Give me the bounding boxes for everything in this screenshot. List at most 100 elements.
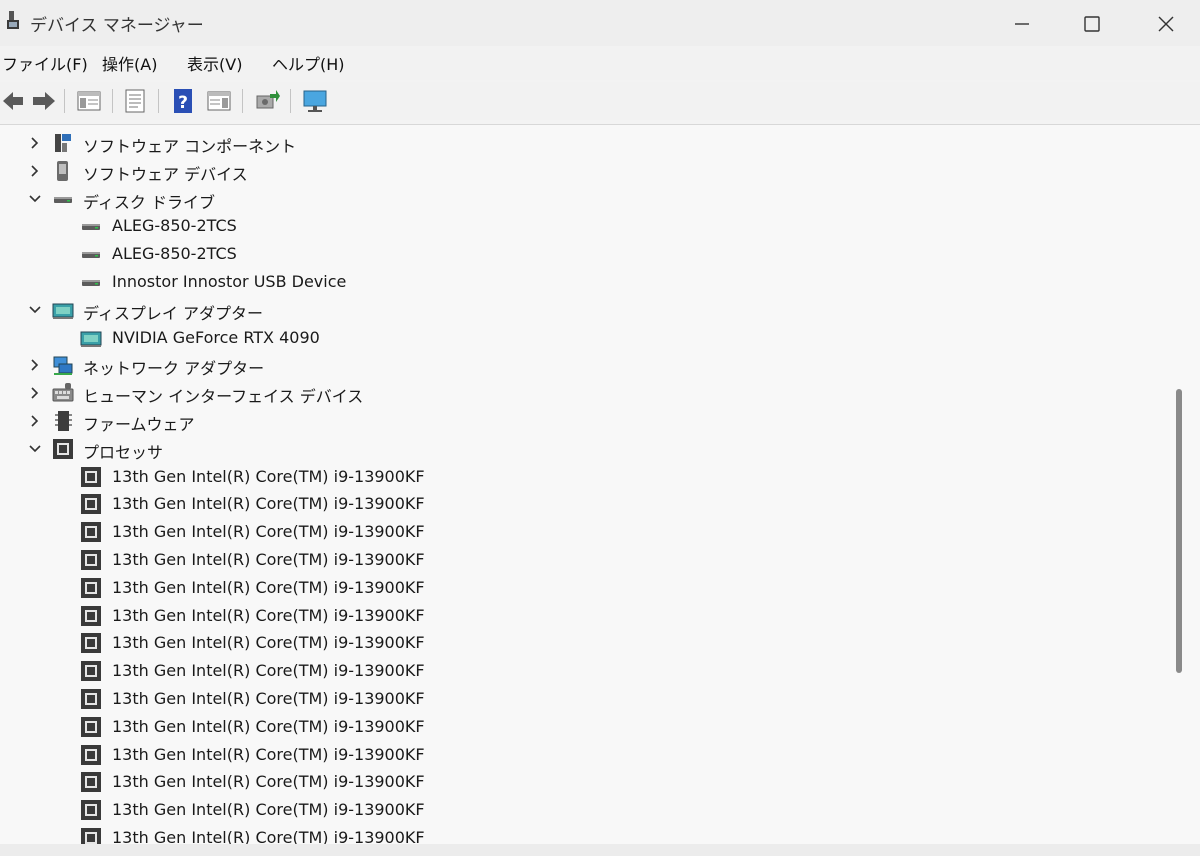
forward-arrow-icon: [33, 92, 55, 110]
processor-icon: [80, 632, 102, 654]
tree-category[interactable]: ディスク ドライブ: [0, 185, 900, 213]
maximize-button[interactable]: [1064, 6, 1120, 42]
chevron-right-icon[interactable]: [27, 135, 43, 151]
show-hide-console-tree-button[interactable]: [74, 86, 104, 116]
tree-device[interactable]: Innostor Innostor USB Device: [0, 268, 900, 296]
disk-drive-icon: [80, 243, 102, 265]
software-component-icon: [52, 132, 74, 154]
tree-device[interactable]: 13th Gen Intel(R) Core(TM) i9-13900KF: [0, 713, 900, 741]
chevron-right-icon[interactable]: [27, 385, 43, 401]
help-button[interactable]: ?: [168, 86, 198, 116]
help-icon: ?: [174, 89, 192, 113]
tree-item-label: 13th Gen Intel(R) Core(TM) i9-13900KF: [112, 661, 425, 681]
chevron-right-icon[interactable]: [27, 163, 43, 179]
disk-drive-icon: [80, 271, 102, 293]
console-tree-icon: [77, 91, 101, 111]
processor-icon: [80, 466, 102, 488]
tree-category[interactable]: ネットワーク アダプター: [0, 351, 900, 379]
tree-item-label: ネットワーク アダプター: [83, 359, 265, 379]
tree-item-label: 13th Gen Intel(R) Core(TM) i9-13900KF: [112, 689, 425, 708]
processor-icon: [80, 744, 102, 766]
display-adapter-icon: [80, 327, 102, 349]
processor-icon: [80, 771, 102, 793]
minimize-button[interactable]: [994, 6, 1050, 42]
chevron-down-icon[interactable]: [27, 191, 43, 207]
tree-item-label: ディスク ドライブ: [83, 192, 215, 212]
tree-item-label: プロセッサ: [83, 442, 164, 462]
close-button[interactable]: [1138, 6, 1194, 42]
tree-item-label: 13th Gen Intel(R) Core(TM) i9-13900KF: [112, 577, 425, 597]
processor-icon: [80, 521, 102, 543]
action-pane-button[interactable]: [204, 86, 234, 116]
forward-button[interactable]: [28, 86, 58, 116]
chevron-right-icon[interactable]: [27, 413, 43, 429]
tree-item-label: NVIDIA GeForce RTX 4090: [112, 327, 320, 347]
tree-category[interactable]: ヒューマン インターフェイス デバイス: [0, 379, 900, 407]
tree-item-label: ファームウェア: [83, 415, 195, 434]
status-strip: [0, 844, 1200, 856]
menu-view[interactable]: 表示(V): [185, 51, 244, 75]
tree-category[interactable]: ソフトウェア コンポーネント: [0, 129, 900, 157]
processor-icon: [80, 660, 102, 682]
tree-item-label: ヒューマン インターフェイス デバイス: [83, 387, 364, 407]
close-icon: [1158, 16, 1174, 32]
tree-device[interactable]: 13th Gen Intel(R) Core(TM) i9-13900KF: [0, 629, 900, 657]
tree-device[interactable]: 13th Gen Intel(R) Core(TM) i9-13900KF: [0, 602, 900, 630]
tree-item-label: ディスプレイ アダプター: [83, 303, 263, 323]
menu-bar: ファイル(F) 操作(A) 表示(V) ヘルプ(H): [0, 46, 1200, 80]
tree-item-label: ALEG-850-2TCS: [112, 244, 237, 264]
tree-item-label: ソフトウェア コンポーネント: [83, 137, 297, 156]
processor-icon: [80, 605, 102, 627]
tree-device[interactable]: 13th Gen Intel(R) Core(TM) i9-13900KF: [0, 574, 900, 602]
hid-icon: [52, 382, 74, 404]
tree-device[interactable]: 13th Gen Intel(R) Core(TM) i9-13900KF: [0, 657, 900, 685]
processor-icon: [80, 549, 102, 571]
tree-item-label: ALEG-850-2TCS: [112, 216, 237, 236]
disk-drive-icon: [80, 215, 102, 237]
tree-item-label: ソフトウェア デバイス: [83, 164, 248, 184]
maximize-icon: [1084, 16, 1100, 32]
minimize-icon: [1015, 23, 1029, 25]
tree-device[interactable]: 13th Gen Intel(R) Core(TM) i9-13900KF: [0, 685, 900, 713]
processor-icon: [52, 438, 74, 460]
chevron-right-icon[interactable]: [27, 357, 43, 373]
toolbar-separator: [112, 89, 113, 113]
toolbar-separator: [64, 89, 65, 113]
device-tree: ソフトウェア コンポーネント ソフトウェア デバイス ディスク ドライブ ALEG-8…: [0, 124, 1200, 848]
processor-icon: [80, 799, 102, 821]
tree-device[interactable]: 13th Gen Intel(R) Core(TM) i9-13900KF: [0, 463, 900, 491]
tree-device[interactable]: 13th Gen Intel(R) Core(TM) i9-13900KF: [0, 546, 900, 574]
chevron-down-icon[interactable]: [27, 302, 43, 318]
device-manager-icon: [7, 11, 19, 29]
tree-device[interactable]: 13th Gen Intel(R) Core(TM) i9-13900KF: [0, 741, 900, 769]
tree-device[interactable]: 13th Gen Intel(R) Core(TM) i9-13900KF: [0, 518, 900, 546]
vertical-scrollbar[interactable]: [1176, 389, 1182, 673]
monitor-icon: [303, 90, 327, 112]
tree-item-label: 13th Gen Intel(R) Core(TM) i9-13900KF: [112, 716, 425, 736]
menu-help[interactable]: ヘルプ(H): [270, 51, 347, 75]
menu-action[interactable]: 操作(A): [100, 51, 159, 75]
tree-device[interactable]: 13th Gen Intel(R) Core(TM) i9-13900KF: [0, 490, 900, 518]
device-view-button[interactable]: [300, 86, 330, 116]
tree-device[interactable]: 13th Gen Intel(R) Core(TM) i9-13900KF: [0, 796, 900, 824]
tree-category[interactable]: ソフトウェア デバイス: [0, 157, 900, 185]
menu-file[interactable]: ファイル(F): [0, 51, 90, 75]
tree-device[interactable]: NVIDIA GeForce RTX 4090: [0, 324, 900, 352]
tree-category[interactable]: ファームウェア: [0, 407, 900, 435]
tree-category[interactable]: プロセッサ: [0, 435, 900, 463]
tree-item-label: 13th Gen Intel(R) Core(TM) i9-13900KF: [112, 550, 425, 569]
properties-button[interactable]: [120, 86, 150, 116]
tree-category[interactable]: ディスプレイ アダプター: [0, 296, 900, 324]
tree-item-label: 13th Gen Intel(R) Core(TM) i9-13900KF: [112, 522, 425, 542]
tree-device[interactable]: ALEG-850-2TCS: [0, 240, 900, 268]
tree-device[interactable]: ALEG-850-2TCS: [0, 212, 900, 240]
tree-item-label: 13th Gen Intel(R) Core(TM) i9-13900KF: [112, 633, 425, 653]
tree-device[interactable]: 13th Gen Intel(R) Core(TM) i9-13900KF: [0, 768, 900, 796]
tree-item-label: 13th Gen Intel(R) Core(TM) i9-13900KF: [112, 772, 425, 792]
scan-hardware-button[interactable]: [252, 86, 282, 116]
processor-icon: [80, 688, 102, 710]
chevron-down-icon[interactable]: [27, 441, 43, 457]
back-button[interactable]: [0, 86, 30, 116]
tree-item-label: Innostor Innostor USB Device: [112, 272, 347, 291]
disk-drive-icon: [52, 188, 74, 210]
